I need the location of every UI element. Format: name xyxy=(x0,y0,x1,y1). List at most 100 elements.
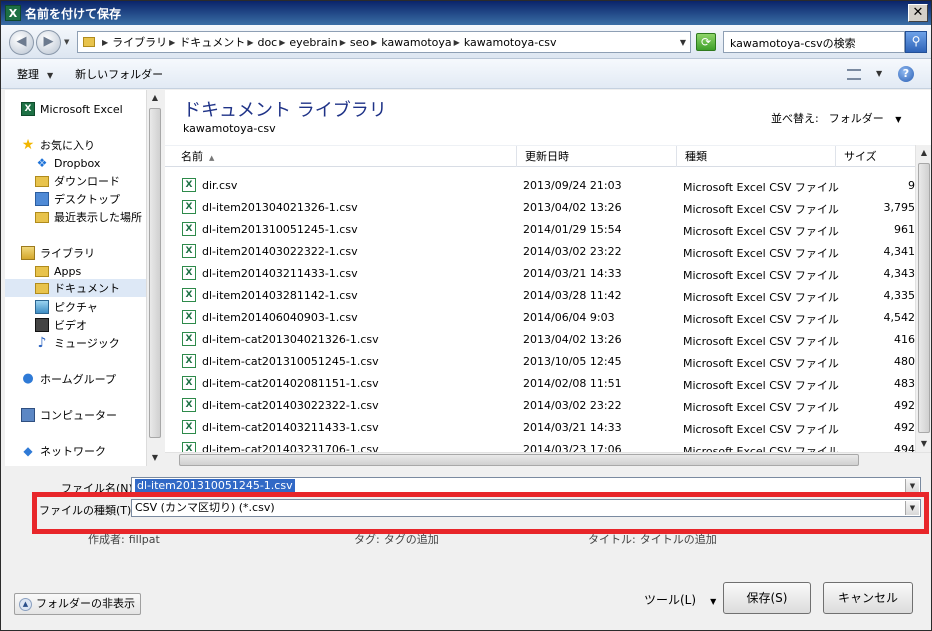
nav-item-downloads[interactable]: ダウンロード xyxy=(35,172,120,190)
table-row[interactable]: X dl-item-cat201402081151-1.csv 2014/02/… xyxy=(165,372,915,394)
column-date[interactable]: 更新日時 xyxy=(516,146,569,167)
nav-item-libraries[interactable]: ライブラリ xyxy=(21,244,95,262)
tags-label: タグ: xyxy=(354,533,380,546)
scroll-down-icon[interactable]: ▼ xyxy=(916,436,932,452)
file-size: 492 xyxy=(894,399,915,412)
address-bar[interactable]: ▶ ライブラリ ▶ ドキュメント ▶ doc ▶ eyebrain ▶ seo … xyxy=(77,31,691,53)
file-rows: X dir.csv 2013/09/24 21:03 Microsoft Exc… xyxy=(165,174,915,452)
chevron-right-icon[interactable]: ▶ xyxy=(169,38,175,47)
breadcrumb-doc[interactable]: doc xyxy=(257,36,277,49)
nav-item-recent[interactable]: 最近表示した場所 xyxy=(35,208,142,226)
nav-pane-scrollbar[interactable]: ▲ ▼ xyxy=(146,90,162,466)
scrollbar-thumb[interactable] xyxy=(179,454,859,466)
view-dropdown-icon[interactable]: ▼ xyxy=(876,69,882,78)
column-name[interactable]: 名前 ▲ xyxy=(173,146,214,167)
forward-button[interactable]: ▶ xyxy=(36,30,61,55)
filename-input[interactable]: dl-item201310051245-1.csv ▼ xyxy=(131,477,921,495)
nav-item-label: ネットワーク xyxy=(40,445,106,458)
chevron-down-icon[interactable]: ▼ xyxy=(905,479,919,493)
cancel-button[interactable]: キャンセル xyxy=(823,582,913,614)
author-value[interactable]: fillpat xyxy=(129,533,160,546)
chevron-down-icon[interactable]: ▼ xyxy=(905,501,919,515)
scrollbar-thumb[interactable] xyxy=(149,108,161,438)
table-row[interactable]: X dl-item201403211433-1.csv 2014/03/21 1… xyxy=(165,262,915,284)
file-name: dl-item201403211433-1.csv xyxy=(202,267,358,280)
breadcrumb-eyebrain[interactable]: eyebrain xyxy=(289,36,337,49)
scroll-up-icon[interactable]: ▲ xyxy=(147,90,163,106)
scroll-up-icon[interactable]: ▲ xyxy=(916,145,932,161)
chevron-right-icon[interactable]: ▶ xyxy=(454,38,460,47)
table-row[interactable]: X dl-item201304021326-1.csv 2013/04/02 1… xyxy=(165,196,915,218)
nav-item-homegroup[interactable]: ● ホームグループ xyxy=(21,370,116,388)
tags-value[interactable]: タグの追加 xyxy=(384,533,439,546)
table-row[interactable]: X dl-item-cat201403022322-1.csv 2014/03/… xyxy=(165,394,915,416)
file-type: Microsoft Excel CSV ファイル xyxy=(683,181,839,194)
file-date: 2014/01/29 15:54 xyxy=(523,223,622,236)
arrange-by-dropdown[interactable]: フォルダー ▼ xyxy=(829,112,902,125)
file-size: 4,542 xyxy=(883,311,916,324)
forward-arrow-icon: ▶ xyxy=(43,34,54,49)
nav-item-pictures[interactable]: ピクチャ xyxy=(35,298,98,316)
help-icon[interactable]: ? xyxy=(898,66,914,82)
table-row[interactable]: X dl-item201406040903-1.csv 2014/06/04 9… xyxy=(165,306,915,328)
nav-item-dropbox[interactable]: ❖ Dropbox xyxy=(35,154,101,172)
filetype-select[interactable]: CSV (カンマ区切り) (*.csv) ▼ xyxy=(131,499,921,517)
chevron-right-icon[interactable]: ▶ xyxy=(371,38,377,47)
hide-folders-button[interactable]: ▲ フォルダーの非表示 xyxy=(14,593,141,615)
nav-item-excel[interactable]: X Microsoft Excel xyxy=(21,100,123,118)
organize-button[interactable]: 整理 ▼ xyxy=(17,66,53,82)
close-button[interactable]: ✕ xyxy=(908,4,928,22)
column-size[interactable]: サイズ xyxy=(835,146,877,167)
nav-item-videos[interactable]: ビデオ xyxy=(35,316,87,334)
libraries-icon xyxy=(21,246,35,260)
nav-item-computer[interactable]: コンピューター xyxy=(21,406,117,424)
chevron-right-icon[interactable]: ▶ xyxy=(247,38,253,47)
table-row[interactable]: X dl-item201403281142-1.csv 2014/03/28 1… xyxy=(165,284,915,306)
refresh-button[interactable]: ⟳ xyxy=(696,33,716,51)
file-size: 4,343 xyxy=(883,267,916,280)
title-value[interactable]: タイトルの追加 xyxy=(640,533,717,546)
file-list-hscrollbar[interactable] xyxy=(165,452,931,466)
breadcrumb-documents[interactable]: ドキュメント xyxy=(179,34,245,50)
file-list-scrollbar[interactable]: ▲ ▼ xyxy=(915,145,931,452)
scrollbar-thumb[interactable] xyxy=(918,163,930,433)
dropbox-icon: ❖ xyxy=(36,156,48,170)
table-row[interactable]: X dl-item201310051245-1.csv 2014/01/29 1… xyxy=(165,218,915,240)
search-input[interactable]: kawamotoya-csvの検索 xyxy=(723,31,905,53)
save-button[interactable]: 保存(S) xyxy=(723,582,811,614)
search-button[interactable]: ⚲ xyxy=(905,31,927,53)
chevron-right-icon[interactable]: ▶ xyxy=(340,38,346,47)
file-name: dl-item-cat201402081151-1.csv xyxy=(202,377,379,390)
new-folder-button[interactable]: 新しいフォルダー xyxy=(75,66,163,82)
breadcrumb-kawamotoya[interactable]: kawamotoya xyxy=(381,36,451,49)
table-row[interactable]: X dl-item-cat201310051245-1.csv 2013/10/… xyxy=(165,350,915,372)
nav-item-documents[interactable]: ドキュメント xyxy=(5,279,146,297)
address-dropdown-icon[interactable]: ▼ xyxy=(680,38,686,47)
table-row[interactable]: X dl-item201403022322-1.csv 2014/03/02 2… xyxy=(165,240,915,262)
chevron-right-icon[interactable]: ▶ xyxy=(279,38,285,47)
save-as-dialog: X 名前を付けて保存 ✕ ◀ ▶ ▼ ▶ ライブラリ ▶ ドキュメント ▶ do… xyxy=(0,0,932,631)
file-name: dir.csv xyxy=(202,179,238,192)
nav-item-desktop[interactable]: デスクトップ xyxy=(35,190,120,208)
file-date: 2014/03/21 14:33 xyxy=(523,267,622,280)
table-row[interactable]: X dl-item-cat201403231706-1.csv 2014/03/… xyxy=(165,438,915,452)
nav-item-music[interactable]: ♪ ミュージック xyxy=(35,334,120,352)
file-name: dl-item201406040903-1.csv xyxy=(202,311,358,324)
nav-item-network[interactable]: ◆ ネットワーク xyxy=(21,442,106,460)
breadcrumb-kawamotoya-csv[interactable]: kawamotoya-csv xyxy=(464,36,557,49)
view-options-icon[interactable] xyxy=(847,69,861,80)
desktop-icon xyxy=(35,192,49,206)
scroll-down-icon[interactable]: ▼ xyxy=(147,450,163,466)
back-button[interactable]: ◀ xyxy=(9,30,34,55)
tools-menu-button[interactable]: ツール(L) ▼ xyxy=(644,591,716,608)
recent-pages-dropdown[interactable]: ▼ xyxy=(64,38,69,46)
chevron-right-icon[interactable]: ▶ xyxy=(102,38,108,47)
breadcrumb-libraries[interactable]: ライブラリ xyxy=(112,34,167,50)
column-type[interactable]: 種類 xyxy=(676,146,707,167)
nav-item-favorites[interactable]: ★ お気に入り xyxy=(21,136,95,154)
table-row[interactable]: X dl-item-cat201403211433-1.csv 2014/03/… xyxy=(165,416,915,438)
table-row[interactable]: X dir.csv 2013/09/24 21:03 Microsoft Exc… xyxy=(165,174,915,196)
breadcrumb-seo[interactable]: seo xyxy=(350,36,369,49)
table-row[interactable]: X dl-item-cat201304021326-1.csv 2013/04/… xyxy=(165,328,915,350)
nav-item-apps[interactable]: Apps xyxy=(35,262,81,280)
